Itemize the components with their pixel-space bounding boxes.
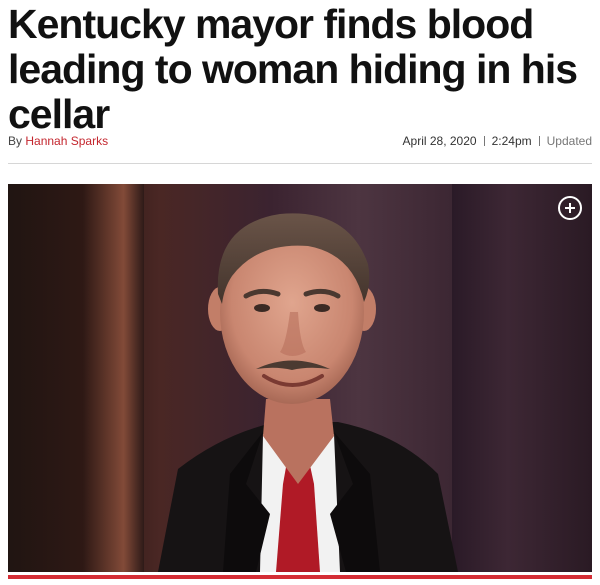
byline: By Hannah Sparks April 28, 2020 2:24pm Upd…: [8, 133, 592, 149]
meta-divider: [483, 136, 485, 146]
publish-time: 2:24pm: [491, 134, 532, 148]
divider: [8, 163, 592, 164]
plus-icon: [565, 203, 575, 213]
meta-divider: [538, 136, 540, 146]
article-photo: [8, 184, 592, 572]
expand-photo-button[interactable]: [558, 196, 582, 220]
accent-bar: [8, 575, 592, 579]
byline-author: By Hannah Sparks: [8, 133, 108, 149]
portrait-illustration: [158, 213, 458, 572]
article-headline: Kentucky mayor finds blood leading to wo…: [8, 1, 578, 137]
author-link[interactable]: Hannah Sparks: [25, 134, 108, 148]
publish-date: April 28, 2020: [402, 134, 477, 148]
updated-label: Updated: [546, 134, 592, 148]
byline-meta: April 28, 2020 2:24pm Updated: [403, 133, 592, 149]
byline-prefix: By: [8, 134, 23, 148]
